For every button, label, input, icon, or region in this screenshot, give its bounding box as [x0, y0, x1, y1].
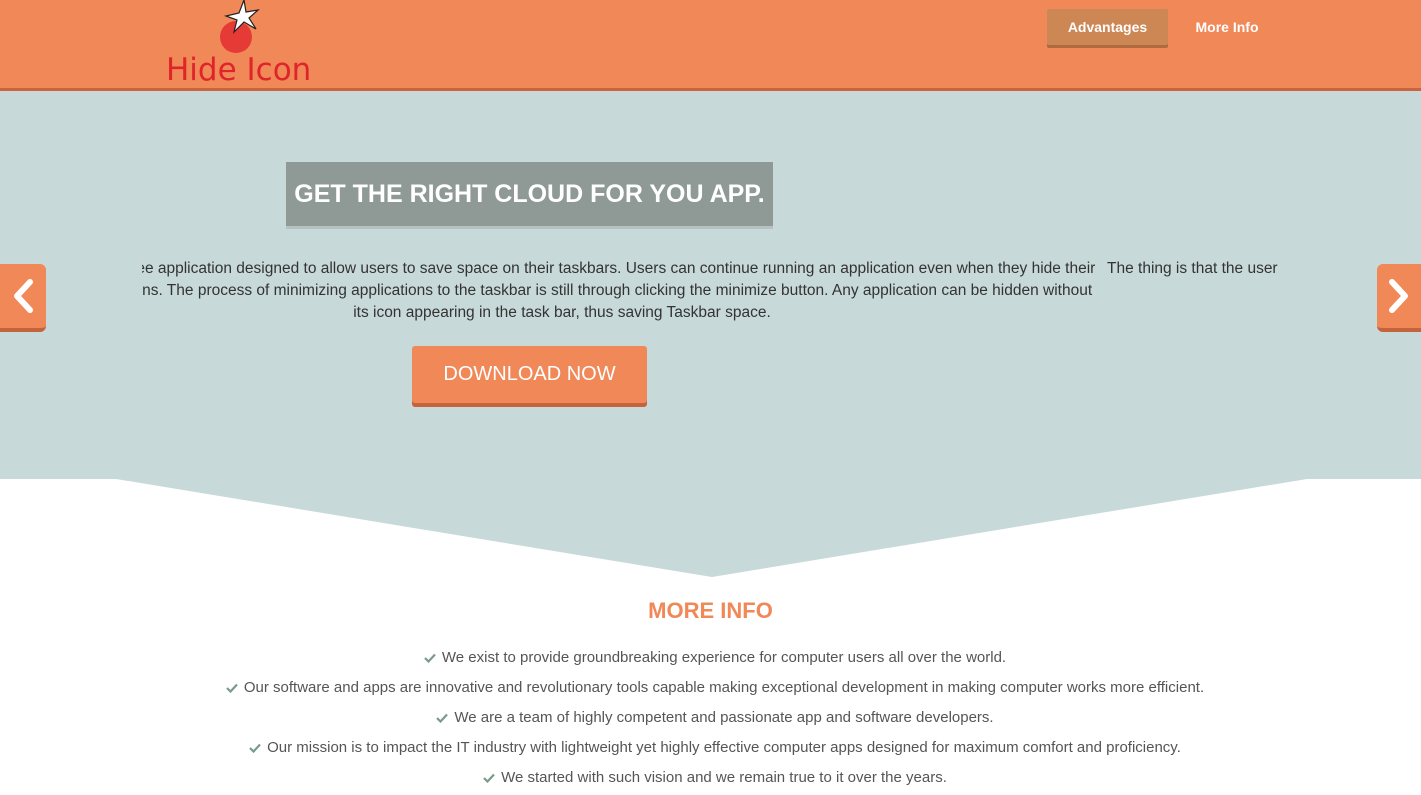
list-item: We are a team of highly competent and pa… — [0, 705, 1421, 735]
list-item: We exist to provide groundbreaking exper… — [0, 645, 1421, 675]
check-icon — [249, 743, 261, 754]
list-item: Our software and apps are innovative and… — [0, 675, 1421, 705]
chevron-right-icon — [1389, 279, 1408, 313]
list-item-text: We exist to provide groundbreaking exper… — [441, 649, 1007, 666]
slider-track: Hide Icon is a free application designed… — [142, 258, 1281, 330]
check-icon — [226, 683, 238, 694]
check-icon — [483, 773, 495, 784]
slider-next-button[interactable] — [1377, 264, 1421, 332]
more-info-title: MORE INFO — [648, 598, 773, 623]
more-info-list: We exist to provide groundbreaking exper… — [0, 645, 1421, 795]
logo[interactable]: Hide Icon — [166, 0, 326, 88]
slider-viewport: Hide Icon is a free application designed… — [142, 258, 1281, 330]
download-now-button[interactable]: DOWNLOAD NOW — [412, 346, 647, 403]
slide-text: Hide Icon is a free application designed… — [142, 260, 1096, 321]
chevron-left-icon — [14, 279, 33, 313]
logo-text: Hide Icon — [166, 52, 312, 88]
hero-chevron-bottom — [0, 477, 1421, 577]
check-icon — [424, 653, 436, 664]
slider-prev-button[interactable] — [0, 264, 46, 332]
list-item-text: Our mission is to impact the IT industry… — [267, 739, 1181, 756]
check-icon — [436, 713, 449, 724]
list-item-text: We started with such vision and we remai… — [501, 769, 947, 786]
list-item: Our mission is to impact the IT industry… — [0, 735, 1421, 765]
slide-text: The thing is that the user can still wor… — [1107, 260, 1281, 277]
list-item-text: Our software and apps are innovative and… — [243, 679, 1205, 696]
nav-advantages[interactable]: Advantages — [1047, 9, 1168, 45]
list-item-text: We are a team of highly competent and pa… — [454, 709, 994, 726]
nav-more-info[interactable]: More Info — [1178, 9, 1276, 45]
logo-star-icon — [223, 0, 260, 34]
hero-title: GET THE RIGHT CLOUD FOR YOU APP. — [286, 162, 773, 229]
